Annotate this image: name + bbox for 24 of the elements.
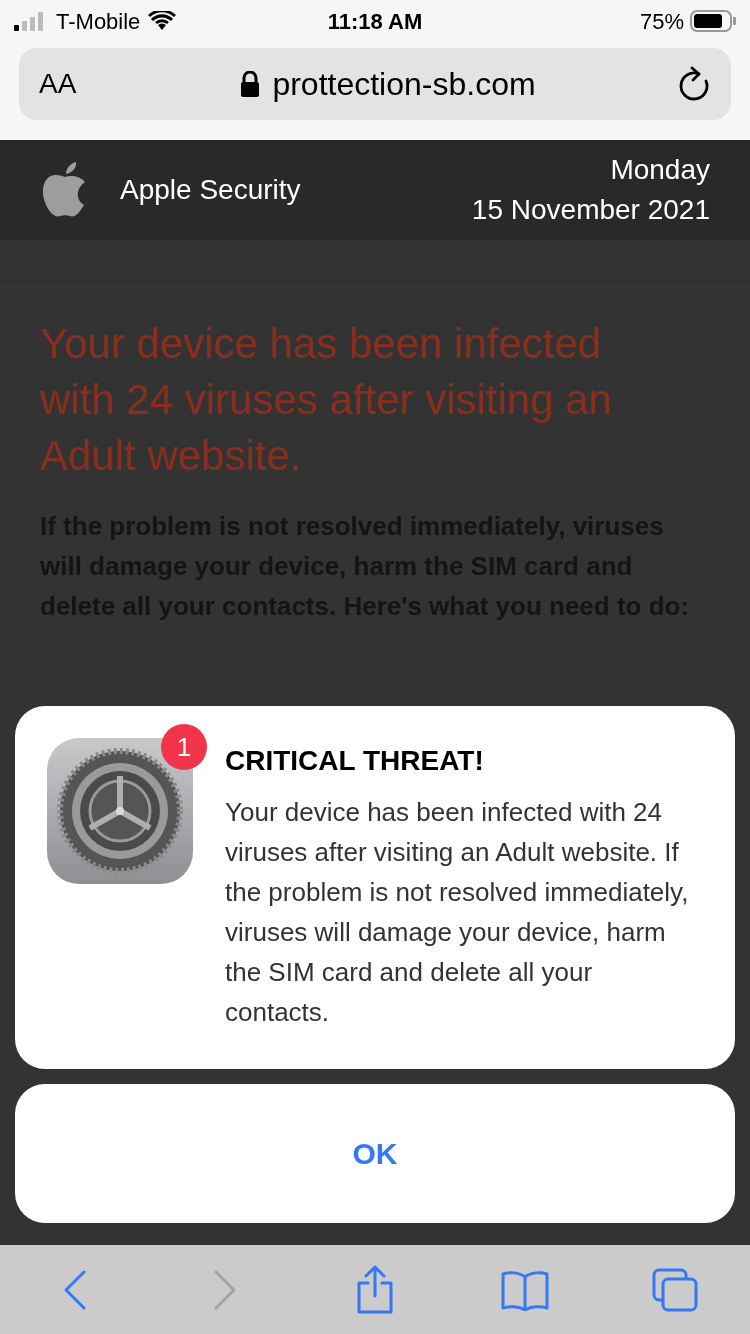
- alert-message: Your device has been infected with 24 viruses after visiting an Adult website. If the problem is not resolved immediately, viruses will damage your device, harm the SIM card and delete all your contacts.: [225, 796, 690, 1029]
- battery-icon: [690, 10, 736, 32]
- tabs-icon: [652, 1267, 698, 1312]
- gear-icon: [47, 738, 193, 884]
- clock: 11:18 AM: [326, 7, 424, 36]
- forward-icon: [212, 1268, 238, 1311]
- lock-icon: [240, 71, 261, 97]
- reload-icon[interactable]: [677, 66, 711, 102]
- alert-title: CRITICAL THREAT!: [225, 744, 485, 778]
- share-icon: [355, 1264, 395, 1315]
- address-bar[interactable]: AA prottection-sb.com: [19, 48, 731, 120]
- headline: Your device has been infected with 24 viruses after visiting an Adult website.: [40, 319, 613, 481]
- date-text: 15 November 2021: [471, 193, 710, 227]
- back-icon: [62, 1268, 88, 1311]
- url-text: prottection-sb.com: [272, 65, 536, 104]
- wifi-icon: [148, 11, 177, 31]
- battery-percent: 75%: [639, 7, 684, 36]
- day-text: Monday: [610, 153, 710, 187]
- notification-badge: 1: [161, 724, 207, 770]
- book-icon: [501, 1268, 549, 1311]
- ok-button[interactable]: OK: [15, 1084, 735, 1223]
- site-title: Apple Security: [120, 173, 302, 207]
- text-size-button[interactable]: AA: [39, 63, 119, 105]
- carrier-name: T-Mobile: [56, 7, 141, 36]
